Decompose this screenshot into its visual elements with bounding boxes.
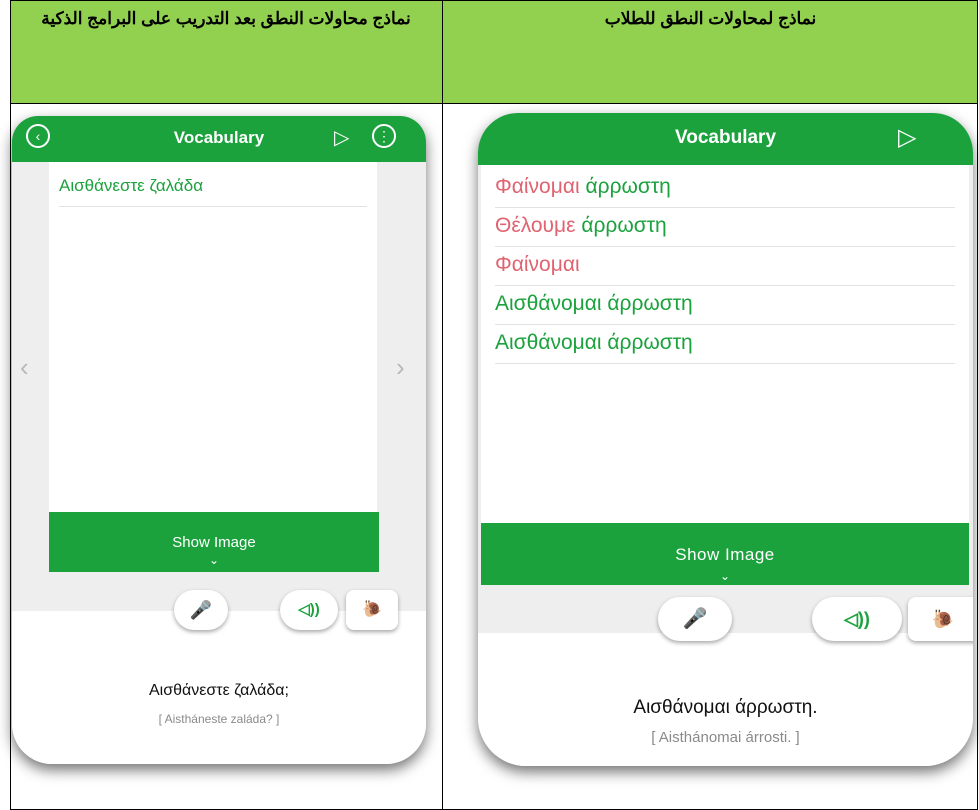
chevron-down-icon: ⌄ [208, 553, 220, 567]
vocab-word-wrong: Φαίνομαι [495, 253, 580, 276]
header-right-text: نماذج لمحاولات النطق للطلاب [604, 9, 817, 28]
mic-button[interactable]: 🎤 [658, 597, 732, 641]
header-left-text: نماذج محاولات النطق بعد التدريب على البر… [41, 9, 411, 28]
table-border-top [10, 0, 978, 1]
vocab-item: Αισθάνεστε ζαλάδα [59, 168, 367, 207]
show-image-button[interactable]: Show Image ⌄ [49, 512, 379, 572]
sentence-text: Αισθάνομαι άρρωστη. [633, 697, 818, 718]
mic-icon: 🎤 [189, 600, 213, 620]
show-image-label: Show Image [675, 545, 775, 564]
vocab-word-correct: άρρωστη [575, 214, 667, 237]
slow-speaker-button[interactable]: 🐌 [346, 590, 398, 630]
transliteration-text: [ Aisthánomai árrosti. ] [651, 729, 800, 746]
vocab-word-wrong: Θέλουμε [495, 214, 576, 237]
prev-arrow-icon[interactable]: ‹ [20, 352, 29, 383]
vocab-item: Φαίνομαι [495, 247, 955, 286]
show-image-button[interactable]: Show Image ⌄ [481, 523, 969, 585]
app-top-bar: Vocabulary ▷ [478, 113, 973, 165]
vocab-item: Θέλουμε άρρωστη [495, 208, 955, 247]
sentence-text: Αισθάνεστε ζαλάδα; [149, 682, 289, 699]
vocab-item: Αισθάνομαι άρρωστη [495, 325, 955, 364]
right-phone-screenshot: Vocabulary ▷ Φαίνομαι άρρωστη Θέλουμε άρ… [478, 113, 973, 766]
table-border-middle [442, 0, 443, 810]
vocab-card: Φαίνομαι άρρωστη Θέλουμε άρρωστη Φαίνομα… [481, 165, 969, 523]
table-border-right [977, 0, 978, 810]
app-top-bar: ‹ Vocabulary ▷ ⋮ [12, 116, 426, 162]
speaker-icon: ◁)) [844, 609, 870, 629]
vocab-item: Φαίνομαι άρρωστη [495, 169, 955, 208]
mic-button[interactable]: 🎤 [174, 590, 228, 630]
left-phone-screenshot: ‹ Vocabulary ▷ ⋮ ‹ › Αισθάνεστε ζαλάδα S… [12, 116, 426, 764]
speaker-icon: ◁)) [298, 601, 320, 618]
vocab-card: Αισθάνεστε ζαλάδα [49, 162, 377, 518]
table-border-left [10, 0, 11, 810]
vocab-word-correct: άρρωστη [579, 175, 671, 198]
vocab-item: Αισθάνομαι άρρωστη [495, 286, 955, 325]
transliteration-text: [ Aistháneste zaláda? ] [158, 712, 280, 726]
header-right-cell: نماذج لمحاولات النطق للطلاب [443, 0, 978, 103]
snail-icon: 🐌 [931, 609, 955, 629]
vocab-word-correct: Αισθάνομαι άρρωστη [495, 331, 693, 354]
show-image-label: Show Image [172, 534, 256, 551]
mic-icon: 🎤 [682, 608, 708, 630]
next-arrow-icon[interactable]: › [396, 352, 405, 383]
snail-icon: 🐌 [362, 601, 382, 618]
vocab-word-correct: Αισθάνομαι άρρωστη [495, 292, 693, 315]
more-options-icon[interactable]: ⋮ [372, 124, 396, 148]
play-icon[interactable]: ▷ [898, 125, 916, 151]
speaker-button[interactable]: ◁)) [280, 590, 338, 630]
slow-speaker-button[interactable]: 🐌 [908, 597, 973, 641]
table-border-header [10, 103, 978, 104]
speaker-button[interactable]: ◁)) [812, 597, 902, 641]
chevron-down-icon: ⌄ [719, 569, 731, 583]
app-title: Vocabulary [173, 128, 265, 147]
play-icon[interactable]: ▷ [334, 126, 349, 150]
vocab-word-wrong: Φαίνομαι [495, 175, 580, 198]
header-left-cell: نماذج محاولات النطق بعد التدريب على البر… [10, 0, 442, 103]
